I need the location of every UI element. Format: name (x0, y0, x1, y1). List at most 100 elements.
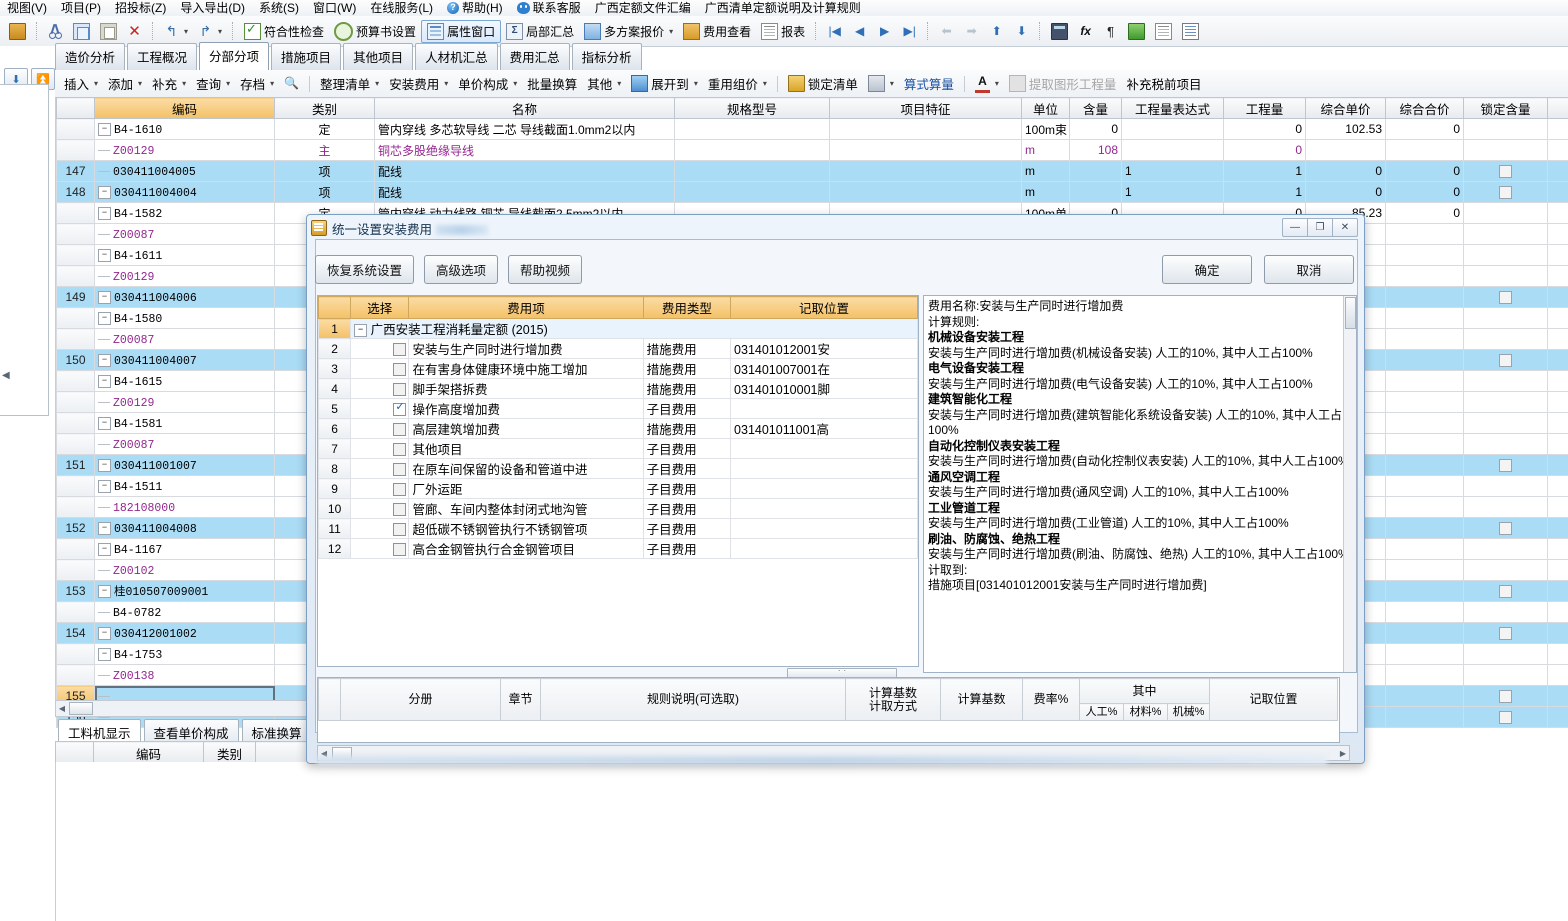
fee-col-type[interactable]: 费用类型 (642, 296, 732, 319)
cell-code[interactable]: − B4-1753 (94, 643, 275, 665)
cell-comprehensive-total[interactable] (1385, 580, 1464, 602)
cell-unit[interactable]: m (1021, 139, 1070, 161)
rule-detail-table[interactable]: 分册 章节 规则说明(可选取) 计算基数 计取方式 计算基数 费率% 其中 记取… (317, 677, 1340, 743)
cell-expression[interactable] (1121, 139, 1224, 161)
description-scroll-thumb[interactable] (1345, 297, 1356, 329)
fee-cell-item[interactable]: 在有害身体健康环境中施工增加 (408, 358, 644, 379)
cell-comprehensive-total[interactable] (1385, 433, 1464, 455)
rule-col-calc-base[interactable]: 计算基数 (940, 678, 1023, 721)
menu-item-contact-support[interactable]: 联系客服 (510, 0, 588, 16)
fee-select-checkbox[interactable] (393, 342, 407, 356)
cell-spec[interactable] (674, 160, 830, 182)
fee-table-row[interactable]: 2 安装与生产同时进行增加费 措施费用 031401012001安 (318, 338, 918, 359)
cell-comprehensive-total[interactable] (1385, 223, 1464, 245)
tab-divisional-items[interactable]: 分部分项 (199, 42, 270, 70)
cell-unit-price[interactable]: 0 (1547, 559, 1568, 581)
save-button[interactable] (4, 21, 31, 42)
col-header-comptotal[interactable]: 综合合价 (1385, 97, 1464, 119)
cell-unit[interactable]: m (1021, 160, 1070, 182)
fee-table-row[interactable]: 7 其他项目 子目费用 (318, 438, 918, 459)
cell-comprehensive-unit-price[interactable] (1305, 139, 1386, 161)
list-button[interactable] (1177, 21, 1204, 42)
main-tabs[interactable]: 造价分析 工程概况 分部分项 措施项目 其他项目 人材机汇总 费用汇总 指标分析 (55, 42, 644, 70)
cell-comprehensive-total[interactable] (1385, 685, 1464, 707)
delete-button[interactable]: ✕ (122, 22, 147, 41)
cell-spec[interactable] (674, 118, 830, 140)
lock-checkbox[interactable] (1499, 291, 1512, 305)
cell-content[interactable] (1069, 181, 1122, 203)
cell-code[interactable]: 030411004005 (94, 160, 275, 182)
cut-button[interactable] (43, 22, 68, 41)
rule-col-rate[interactable]: 费率% (1022, 678, 1080, 721)
formula-button[interactable]: fx (1073, 22, 1098, 41)
search-button[interactable]: 🔍 (279, 74, 304, 93)
cell-comprehensive-total[interactable] (1385, 496, 1464, 518)
col-header-compunit[interactable]: 综合单价 (1305, 97, 1386, 119)
scroll-right-icon[interactable]: ▶ (1337, 749, 1349, 758)
fee-select-checkbox[interactable] (393, 462, 407, 476)
col-header-kind[interactable]: 类别 (274, 97, 375, 119)
tab-indicator-analysis[interactable]: 指标分析 (571, 43, 642, 70)
fee-cell-select[interactable] (350, 398, 410, 419)
cell-comprehensive-total[interactable]: 0 (1385, 202, 1464, 224)
fee-cell-type[interactable]: 子目费用 (642, 538, 732, 559)
move-up-button[interactable]: ⬆ (984, 22, 1009, 41)
chevron-down-icon[interactable]: ▾ (226, 79, 230, 88)
fee-select-checkbox[interactable] (393, 442, 407, 456)
fee-cell-select[interactable] (350, 538, 410, 559)
add-menu[interactable]: 添加 ▾ (103, 72, 147, 95)
cell-unit-price[interactable]: 61.49 (1547, 412, 1568, 434)
organize-list-menu[interactable]: 整理清单 ▾ (315, 72, 384, 95)
tab-resource-summary[interactable]: 人材机汇总 (415, 43, 498, 70)
chevron-down-icon[interactable]: ▾ (694, 79, 698, 88)
menu-item-online-service[interactable]: 在线服务(L) (363, 0, 440, 16)
fee-table-row[interactable]: 10 管廊、车间内整体封闭式地沟管 子目费用 (318, 498, 918, 519)
cell-code[interactable]: −030411004007 (94, 349, 275, 371)
cell-name[interactable]: 配线 (374, 181, 675, 203)
cell-comprehensive-total[interactable] (1385, 286, 1464, 308)
prev-record-button[interactable]: ◀ (847, 22, 872, 41)
chevron-down-icon[interactable]: ▾ (513, 79, 517, 88)
cell-unit-price[interactable]: 0 (1547, 265, 1568, 287)
fee-cell-item[interactable]: 安装与生产同时进行增加费 (408, 338, 644, 359)
cell-comprehensive-total[interactable] (1385, 664, 1464, 686)
cell-content[interactable]: 0 (1069, 118, 1122, 140)
cell-comprehensive-total[interactable]: 0 (1385, 160, 1464, 182)
col-header-code[interactable]: 编码 (94, 97, 275, 119)
tab-fee-summary[interactable]: 费用汇总 (499, 43, 570, 70)
fee-cell-select[interactable] (350, 498, 410, 519)
tab-cost-analysis[interactable]: 造价分析 (55, 43, 126, 70)
cell-kind[interactable]: 定 (274, 118, 375, 140)
cell-lock-content[interactable] (1463, 202, 1548, 224)
cell-unit-price[interactable]: 60.49 (1547, 307, 1568, 329)
grid-horizontal-scrollbar[interactable]: ◀ (55, 700, 312, 717)
cell-feature[interactable] (829, 118, 1022, 140)
fee-cell-type[interactable]: 子目费用 (642, 398, 732, 419)
fee-select-checkbox[interactable] (393, 482, 407, 496)
fee-cell-select[interactable] (350, 478, 410, 499)
cell-code[interactable]: − B4-1611 (94, 244, 275, 266)
cell-spec[interactable] (674, 181, 830, 203)
cell-lock-content[interactable] (1463, 223, 1548, 245)
cell-lock-content[interactable] (1463, 538, 1548, 560)
move-left-button[interactable]: ⬅ (934, 22, 959, 41)
col-header-qty[interactable]: 工程量 (1223, 97, 1306, 119)
move-down-button[interactable]: ⬇ (1009, 22, 1034, 41)
cell-lock-content[interactable] (1463, 580, 1548, 602)
cell-lock-content[interactable] (1463, 685, 1548, 707)
cell-comprehensive-total[interactable] (1385, 328, 1464, 350)
fee-table-row[interactable]: 6 高层建筑增加费 措施费用 031401011001高 (318, 418, 918, 439)
cell-unit-price[interactable]: 383.69 (1547, 601, 1568, 623)
cell-unit-price[interactable]: 62.68 (1547, 202, 1568, 224)
next-record-button[interactable]: ▶ (872, 22, 897, 41)
print-preview-button[interactable] (1150, 21, 1177, 42)
fee-cell-position[interactable] (730, 458, 918, 479)
fee-cell-select[interactable] (350, 358, 410, 379)
fee-cell-item[interactable]: 在原车间保留的设备和管道中进 (408, 458, 644, 479)
cell-unit-price[interactable] (1547, 685, 1568, 707)
fee-cell-type[interactable]: 措施费用 (642, 338, 732, 359)
cell-unit-price[interactable]: 0 (1547, 391, 1568, 413)
fee-select-checkbox[interactable] (393, 422, 407, 436)
cell-lock-content[interactable] (1463, 643, 1548, 665)
paste-button[interactable] (95, 21, 122, 42)
